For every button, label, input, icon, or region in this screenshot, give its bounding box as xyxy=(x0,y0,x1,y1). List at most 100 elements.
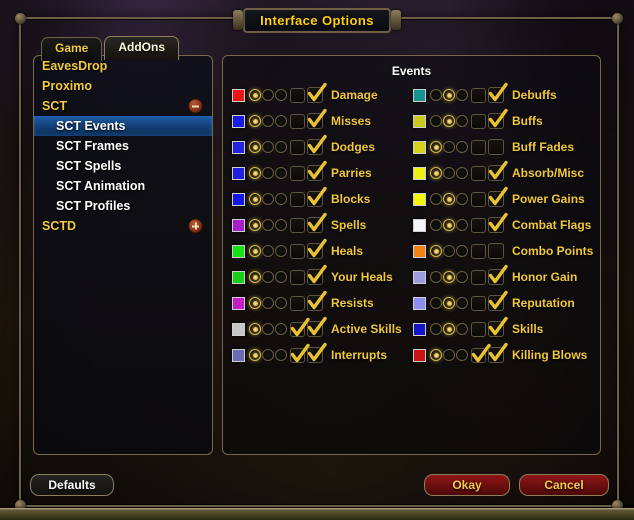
sidebar-item-sct-spells[interactable]: SCT Spells xyxy=(34,156,212,176)
sidebar-item-sct-frames[interactable]: SCT Frames xyxy=(34,136,212,156)
radio-option-2[interactable] xyxy=(262,349,274,361)
enable-checkbox[interactable] xyxy=(307,342,327,363)
sticky-checkbox[interactable] xyxy=(471,269,486,285)
radio-option-1[interactable] xyxy=(430,323,442,335)
expand-icon[interactable] xyxy=(188,218,203,234)
color-swatch[interactable] xyxy=(413,348,426,362)
radio-option-1[interactable] xyxy=(430,193,442,205)
radio-option-3[interactable] xyxy=(456,271,468,283)
color-swatch[interactable] xyxy=(232,88,245,102)
color-swatch[interactable] xyxy=(413,322,426,336)
radio-option-3[interactable] xyxy=(275,349,287,361)
sticky-checkbox[interactable] xyxy=(290,243,305,259)
radio-option-3[interactable] xyxy=(456,115,468,127)
radio-option-3[interactable] xyxy=(275,219,287,231)
color-swatch[interactable] xyxy=(413,114,426,128)
radio-option-1[interactable] xyxy=(249,89,261,101)
enable-checkbox[interactable] xyxy=(307,186,327,207)
sticky-checkbox[interactable] xyxy=(471,295,486,311)
radio-option-1[interactable] xyxy=(430,141,442,153)
radio-option-1[interactable] xyxy=(430,349,442,361)
radio-option-2[interactable] xyxy=(262,219,274,231)
radio-option-1[interactable] xyxy=(430,219,442,231)
radio-option-3[interactable] xyxy=(456,219,468,231)
radio-option-3[interactable] xyxy=(275,297,287,309)
sticky-checkbox[interactable] xyxy=(471,165,486,181)
radio-option-1[interactable] xyxy=(249,193,261,205)
color-swatch[interactable] xyxy=(232,218,245,232)
collapse-icon[interactable] xyxy=(188,98,203,114)
enable-checkbox[interactable] xyxy=(307,264,327,285)
radio-option-3[interactable] xyxy=(456,141,468,153)
sticky-checkbox[interactable] xyxy=(290,191,305,207)
radio-option-3[interactable] xyxy=(456,323,468,335)
sticky-checkbox[interactable] xyxy=(471,217,486,233)
radio-option-1[interactable] xyxy=(249,271,261,283)
color-swatch[interactable] xyxy=(232,166,245,180)
enable-checkbox[interactable] xyxy=(488,342,508,363)
enable-checkbox[interactable] xyxy=(488,186,508,207)
color-swatch[interactable] xyxy=(232,296,245,310)
sidebar-item-sct-animation[interactable]: SCT Animation xyxy=(34,176,212,196)
radio-option-2[interactable] xyxy=(443,193,455,205)
color-swatch[interactable] xyxy=(413,140,426,154)
sticky-checkbox[interactable] xyxy=(290,295,305,311)
radio-option-3[interactable] xyxy=(456,89,468,101)
color-swatch[interactable] xyxy=(413,244,426,258)
radio-option-1[interactable] xyxy=(249,323,261,335)
radio-option-3[interactable] xyxy=(275,323,287,335)
radio-option-2[interactable] xyxy=(262,167,274,179)
cancel-button[interactable]: Cancel xyxy=(519,474,609,496)
radio-option-1[interactable] xyxy=(249,349,261,361)
radio-option-2[interactable] xyxy=(262,297,274,309)
color-swatch[interactable] xyxy=(232,244,245,258)
radio-option-1[interactable] xyxy=(430,167,442,179)
radio-option-3[interactable] xyxy=(456,167,468,179)
color-swatch[interactable] xyxy=(232,270,245,284)
sticky-checkbox[interactable] xyxy=(290,139,305,155)
radio-option-2[interactable] xyxy=(443,271,455,283)
sticky-checkbox[interactable] xyxy=(471,243,486,259)
color-swatch[interactable] xyxy=(232,114,245,128)
enable-checkbox[interactable] xyxy=(307,160,327,181)
sidebar-item-sct-events[interactable]: SCT Events xyxy=(34,116,212,136)
radio-option-1[interactable] xyxy=(430,115,442,127)
radio-option-3[interactable] xyxy=(275,141,287,153)
radio-option-2[interactable] xyxy=(443,323,455,335)
color-swatch[interactable] xyxy=(413,270,426,284)
radio-option-2[interactable] xyxy=(443,167,455,179)
radio-option-1[interactable] xyxy=(249,297,261,309)
radio-option-1[interactable] xyxy=(249,167,261,179)
color-swatch[interactable] xyxy=(413,218,426,232)
radio-option-2[interactable] xyxy=(262,245,274,257)
sticky-checkbox[interactable] xyxy=(471,191,486,207)
sticky-checkbox[interactable] xyxy=(290,87,305,103)
sticky-checkbox[interactable] xyxy=(290,113,305,129)
radio-option-2[interactable] xyxy=(262,115,274,127)
radio-option-2[interactable] xyxy=(443,245,455,257)
sticky-checkbox[interactable] xyxy=(290,165,305,181)
radio-option-2[interactable] xyxy=(443,89,455,101)
radio-option-2[interactable] xyxy=(443,115,455,127)
enable-checkbox[interactable] xyxy=(307,134,327,155)
radio-option-3[interactable] xyxy=(275,115,287,127)
sidebar-item-sct-profiles[interactable]: SCT Profiles xyxy=(34,196,212,216)
enable-checkbox[interactable] xyxy=(488,264,508,285)
radio-option-1[interactable] xyxy=(249,245,261,257)
radio-option-1[interactable] xyxy=(249,141,261,153)
radio-option-1[interactable] xyxy=(430,89,442,101)
enable-checkbox[interactable] xyxy=(307,82,327,103)
tab-game[interactable]: Game xyxy=(41,37,103,61)
radio-option-1[interactable] xyxy=(249,115,261,127)
addon-list-panel[interactable]: EavesDrop Proximo SCT SCT Events SCT Frames S… xyxy=(33,55,213,455)
sticky-checkbox[interactable] xyxy=(471,113,486,129)
enable-checkbox[interactable] xyxy=(488,316,508,337)
enable-checkbox[interactable] xyxy=(488,108,508,129)
enable-checkbox[interactable] xyxy=(488,82,508,103)
radio-option-2[interactable] xyxy=(262,89,274,101)
radio-option-3[interactable] xyxy=(275,167,287,179)
radio-option-3[interactable] xyxy=(275,89,287,101)
color-swatch[interactable] xyxy=(232,192,245,206)
enable-checkbox[interactable] xyxy=(488,212,508,233)
radio-option-1[interactable] xyxy=(249,219,261,231)
